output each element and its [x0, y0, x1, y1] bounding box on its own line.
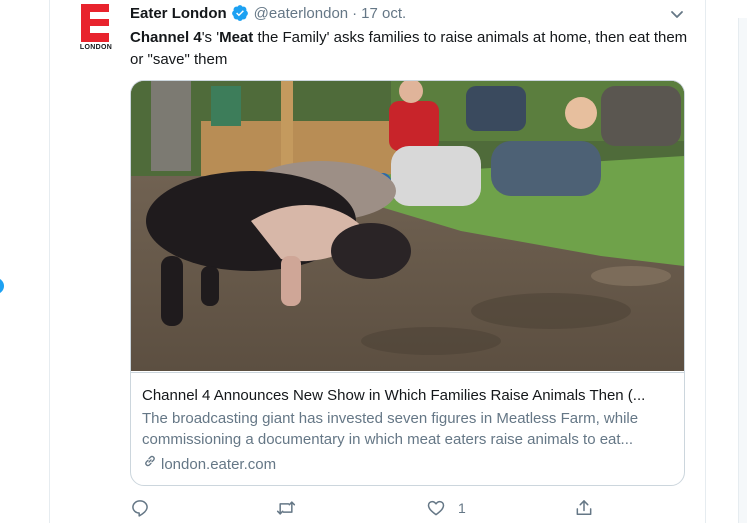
like-button[interactable]: 1	[426, 496, 466, 520]
author-handle[interactable]: @eaterlondon	[254, 5, 348, 22]
like-count: 1	[458, 500, 466, 516]
verified-badge-icon	[231, 4, 249, 22]
reply-button[interactable]	[130, 496, 150, 520]
card-link[interactable]: london.eater.com	[142, 453, 673, 475]
left-sidebar	[0, 0, 50, 523]
card-title: Channel 4 Announces New Show in Which Fa…	[142, 387, 646, 404]
header-separator: ·	[352, 4, 358, 22]
author-name[interactable]: Eater London	[130, 5, 227, 22]
tweet[interactable]: LONDON Eater London @eaterlondon · 17 oc…	[64, 0, 705, 523]
tweet-header: Eater London @eaterlondon · 17 oct.	[130, 3, 406, 23]
right-panel-edge	[738, 18, 747, 523]
link-icon	[142, 453, 161, 475]
text-channel: Channel 4	[130, 29, 202, 46]
tweet-actions: 1	[130, 496, 610, 520]
retweet-button[interactable]	[275, 496, 297, 520]
avatar-sublabel: LONDON	[79, 44, 113, 51]
card-description: The broadcasting giant has invested seve…	[142, 408, 674, 450]
card-description-line: The broadcasting giant has invested seve…	[142, 410, 639, 427]
share-button[interactable]	[574, 496, 594, 520]
text-meat: Meat	[219, 29, 254, 46]
card-link-text: london.eater.com	[161, 455, 277, 473]
link-card[interactable]: Channel 4 Announces New Show in Which Fa…	[130, 80, 685, 486]
card-description-line: commissioning a documentary in which mea…	[142, 431, 634, 448]
reply-icon	[130, 498, 150, 518]
scroll-indicator	[0, 278, 4, 294]
share-icon	[574, 498, 594, 518]
heart-icon	[426, 498, 446, 518]
card-body: Channel 4 Announces New Show in Which Fa…	[131, 372, 684, 485]
card-image	[131, 81, 684, 371]
text-part: 's '	[201, 29, 220, 46]
chevron-down-icon[interactable]	[670, 8, 684, 20]
eater-logo	[81, 4, 109, 42]
tweet-date[interactable]: 17 oct.	[361, 5, 406, 22]
retweet-icon	[275, 498, 297, 518]
avatar[interactable]: LONDON	[76, 4, 116, 52]
tweet-text: Channel 4's 'Meat the Family' asks famil…	[130, 27, 690, 71]
